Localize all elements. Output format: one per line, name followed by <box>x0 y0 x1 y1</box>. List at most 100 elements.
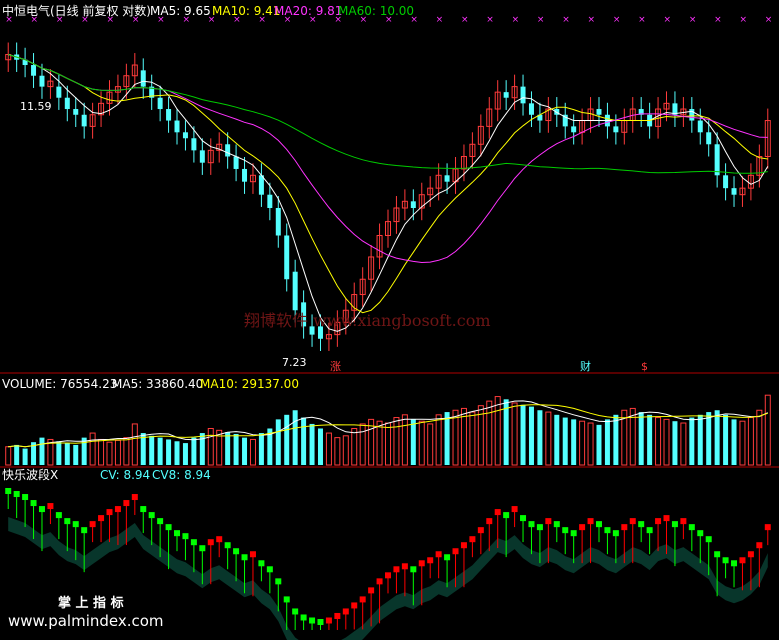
candle-body <box>225 144 231 157</box>
candle-body <box>64 97 70 110</box>
cv-marker <box>663 515 670 522</box>
cv-marker <box>764 524 771 531</box>
cv-marker <box>553 521 560 528</box>
candle-body <box>410 201 416 208</box>
cv-marker <box>646 527 653 534</box>
volume-bar <box>689 417 695 465</box>
cv-marker <box>241 554 248 561</box>
volume-bar <box>528 406 534 465</box>
volume-bar <box>554 414 560 465</box>
volume-bar <box>739 420 746 466</box>
volume-bar <box>249 438 256 466</box>
cv-marker <box>612 530 619 537</box>
cv-marker <box>680 518 687 525</box>
volume-bar <box>284 414 290 465</box>
cv-marker <box>528 521 535 528</box>
cv8-label: CV8: 8.94 <box>152 468 211 482</box>
signal-cross: × <box>638 15 646 25</box>
signal-cross: × <box>537 15 545 25</box>
volume-bar <box>714 410 720 465</box>
volume-bar <box>174 441 180 465</box>
cv-marker <box>401 563 408 570</box>
volume-bar <box>242 437 248 465</box>
cv-marker <box>376 578 383 585</box>
cv-marker <box>283 596 290 603</box>
candle-body <box>166 109 172 121</box>
cv-marker <box>410 566 417 573</box>
volume-bar <box>166 439 172 465</box>
cv-marker <box>13 491 20 498</box>
marker-cai: 财 <box>580 360 591 373</box>
volume-bar <box>199 433 205 465</box>
volume-bar <box>309 423 315 465</box>
watermark: 翔博软件 www.xiangbosoft.com <box>244 311 491 330</box>
cv-marker <box>747 551 754 558</box>
cv-marker <box>292 608 299 615</box>
cv-marker <box>317 619 324 625</box>
candle-body <box>596 109 602 115</box>
chart-title: 中恒电气(日线 前复权 对数) <box>2 4 151 18</box>
signal-cross: × <box>486 15 494 25</box>
candle-body <box>706 132 712 145</box>
cv-marker <box>38 506 45 513</box>
indicator-name: 快乐波段X <box>2 468 59 482</box>
signal-cross: × <box>613 15 621 25</box>
cv-marker <box>385 572 391 579</box>
volume-bar <box>106 441 113 466</box>
candle-body <box>56 86 62 98</box>
signal-cross: × <box>664 15 672 25</box>
cv-marker <box>629 518 636 525</box>
volume-bar <box>579 420 586 466</box>
cv-marker <box>469 536 476 543</box>
cv-marker <box>342 608 349 615</box>
volume-bar <box>444 412 450 465</box>
candle-body <box>444 175 450 182</box>
cv-marker <box>64 518 71 525</box>
cv-marker <box>545 518 552 525</box>
cv-marker <box>300 614 307 621</box>
candle-body <box>292 271 298 311</box>
volume-bar <box>494 396 501 466</box>
volume-bar <box>469 411 476 466</box>
signal-cross: × <box>714 15 722 25</box>
volume-bar <box>233 433 239 465</box>
volume-bar <box>393 417 400 466</box>
volume-bar <box>571 419 577 465</box>
volume-bar <box>537 410 543 465</box>
volume-bar <box>663 418 670 466</box>
marker-zhang: 涨 <box>330 360 341 373</box>
volume-bar <box>427 423 434 466</box>
volume-bar <box>697 414 703 465</box>
candle-body <box>571 126 577 133</box>
cv-marker <box>714 551 721 558</box>
low-price-label: 7.23 <box>282 356 307 369</box>
cv-marker <box>55 512 62 519</box>
volume-bar <box>301 417 307 465</box>
volume-bar <box>14 444 20 465</box>
marker-dollar: $ <box>641 360 648 373</box>
cv-marker <box>705 536 712 543</box>
volume-bar <box>613 414 619 465</box>
volume-bar <box>292 410 298 465</box>
cv-marker <box>266 566 273 573</box>
cv-marker <box>452 548 459 555</box>
volume-bar <box>587 422 594 466</box>
cv-marker <box>5 488 12 494</box>
cv-marker <box>140 506 147 513</box>
cv-marker <box>258 560 265 567</box>
volume-bar <box>385 422 391 466</box>
cv-marker <box>418 560 425 567</box>
cv-marker <box>233 548 240 555</box>
volume-panel <box>5 394 771 466</box>
cv-marker <box>595 521 602 528</box>
url-watermark: www.palmindex.com <box>8 612 164 630</box>
cv-marker <box>570 530 577 537</box>
cv-marker <box>182 533 189 540</box>
volume-bar <box>723 414 729 465</box>
candle-body <box>242 168 248 182</box>
signal-cross: × <box>512 15 520 25</box>
signal-cross: × <box>739 15 747 25</box>
cv-marker <box>520 515 527 522</box>
cv-marker <box>22 494 29 501</box>
volume-bar <box>149 435 155 465</box>
